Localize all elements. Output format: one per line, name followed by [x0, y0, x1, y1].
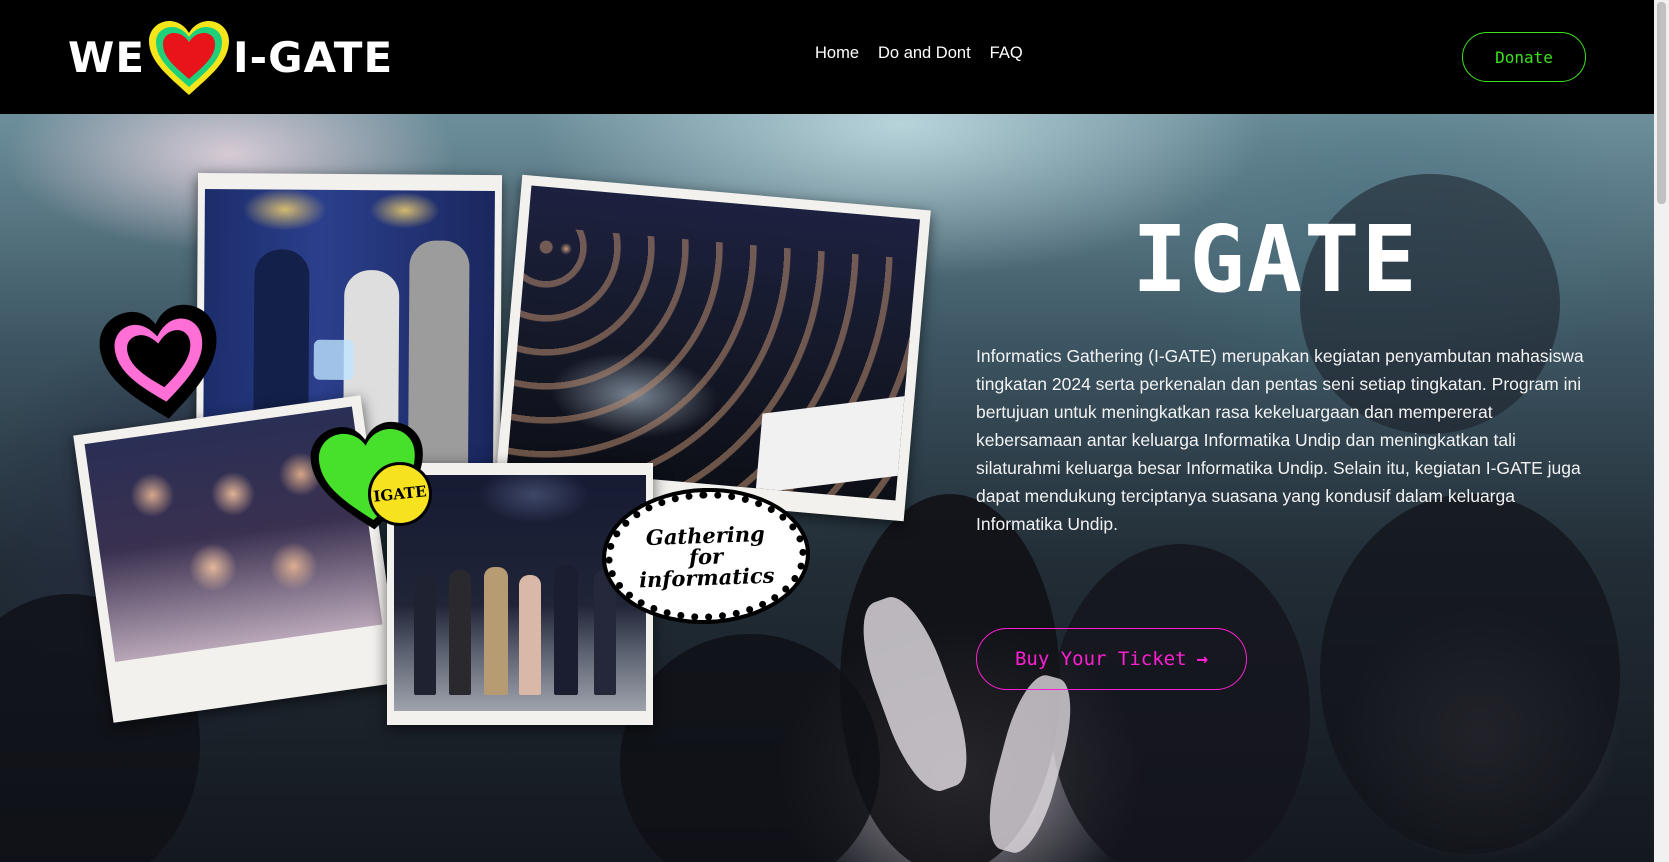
crowd-silhouette	[1050, 544, 1310, 862]
hero-description: Informatics Gathering (I-GATE) merupakan…	[976, 346, 1584, 534]
site-logo[interactable]: WE I-GATE	[68, 20, 393, 96]
logo-text-igate: I-GATE	[233, 33, 394, 82]
buy-ticket-label: Buy Your Ticket	[1014, 648, 1187, 670]
crowd-silhouette	[1320, 494, 1620, 854]
arrow-right-icon: →	[1196, 648, 1209, 670]
sticker-line-informatics: informatics	[638, 562, 775, 592]
scrollbar-thumb[interactable]	[1657, 2, 1666, 204]
pink-heart-sticker-icon	[99, 304, 217, 419]
igate-badge-text: IGATE	[372, 482, 428, 506]
donate-button[interactable]: Donate	[1462, 32, 1586, 82]
hero-title: IGATE	[1132, 206, 1419, 313]
photo-collage: IGATE Gathering for informatics	[0, 114, 960, 862]
buy-ticket-button[interactable]: Buy Your Ticket →	[976, 628, 1247, 690]
vertical-scrollbar[interactable]	[1654, 0, 1669, 862]
top-navbar: WE I-GATE Home Do and Dont FAQ Donate	[0, 0, 1654, 114]
nav-faq[interactable]: FAQ	[990, 44, 1023, 63]
hero-section: IGATE Gathering for informatics IGATE In…	[0, 114, 1654, 862]
logo-text-we: WE	[68, 33, 146, 82]
main-nav: Home Do and Dont FAQ	[815, 44, 1023, 63]
heart-logo-icon	[149, 21, 230, 95]
nav-do-and-dont[interactable]: Do and Dont	[878, 44, 971, 63]
nav-home[interactable]: Home	[815, 44, 859, 63]
